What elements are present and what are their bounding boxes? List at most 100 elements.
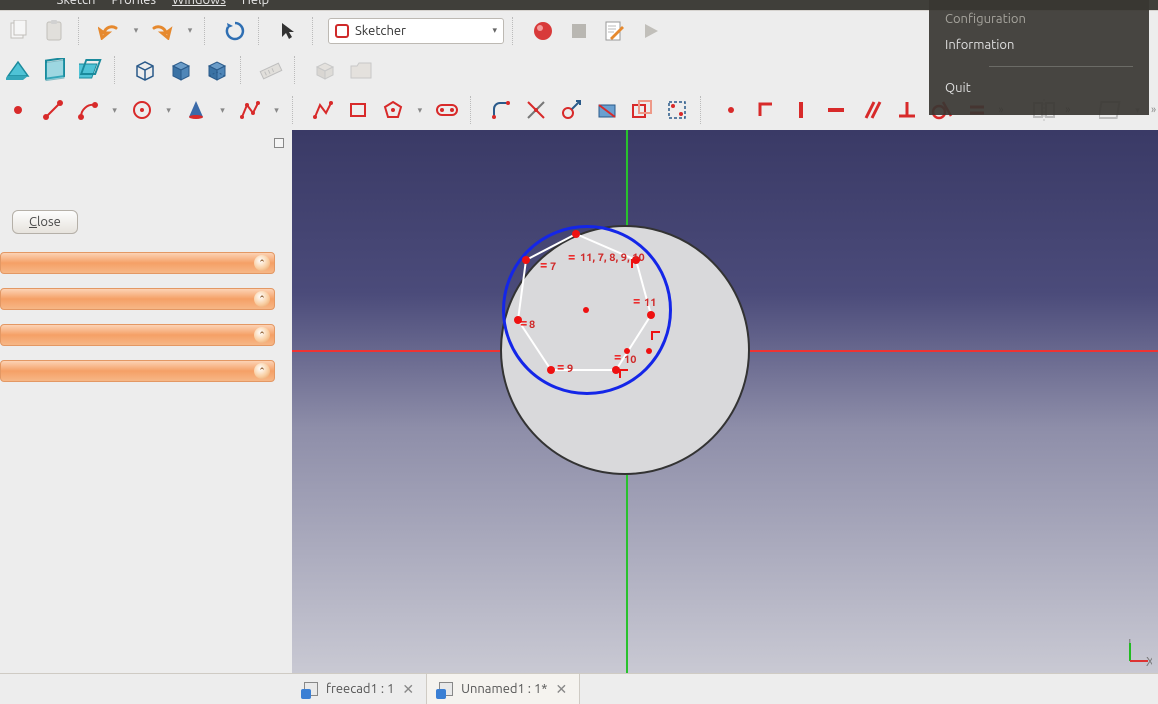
parallel-constraint[interactable] <box>858 95 885 125</box>
paste-button[interactable] <box>40 16 70 46</box>
polygon-dropdown[interactable] <box>414 105 425 116</box>
collapse-icon[interactable]: ⌃ <box>254 327 270 343</box>
constraint-label: 10 <box>624 354 636 366</box>
redo-dropdown[interactable] <box>184 25 196 36</box>
menu-item-information[interactable]: Information <box>929 32 1149 58</box>
menu-windows[interactable]: Windows <box>172 0 226 7</box>
edit-sketch-button[interactable] <box>40 55 70 85</box>
copy-button[interactable] <box>4 16 34 46</box>
redo-button[interactable] <box>148 16 178 46</box>
perpendicular-constraint[interactable] <box>893 95 920 125</box>
app-menu-dropdown[interactable]: Configuration Information Quit <box>929 0 1149 115</box>
separator <box>512 17 520 45</box>
menu-item-quit[interactable]: Quit <box>929 75 1149 101</box>
collapse-icon[interactable]: ⌃ <box>254 291 270 307</box>
menu-sketch[interactable]: Sketch <box>57 0 96 7</box>
circle-tool[interactable] <box>128 95 155 125</box>
doc-tab-2[interactable]: Unnamed1 : 1* ✕ <box>427 674 580 704</box>
separator <box>258 17 266 45</box>
close-tab-icon[interactable]: ✕ <box>555 681 567 698</box>
conic-tool[interactable] <box>182 95 209 125</box>
menu-divider <box>989 66 1133 67</box>
coincident-constraint-icon <box>650 328 664 342</box>
construction-tool[interactable] <box>593 95 620 125</box>
new-sketch-button[interactable] <box>4 55 34 85</box>
separator <box>292 96 299 124</box>
menu-macro[interactable]: Macro <box>4 0 41 7</box>
menu-item-configuration[interactable]: Configuration <box>929 6 1149 32</box>
task-section-3[interactable]: ⌃ <box>0 324 275 346</box>
constraint-label: 9 <box>567 363 573 375</box>
macro-record-button[interactable] <box>528 16 558 46</box>
refresh-button[interactable] <box>220 16 250 46</box>
task-section-1[interactable]: ⌃ <box>0 252 275 274</box>
arc-tool[interactable] <box>74 95 101 125</box>
point-tool[interactable] <box>4 95 31 125</box>
polyline-tool[interactable] <box>236 95 263 125</box>
task-section-2[interactable]: ⌃ <box>0 288 275 310</box>
map-sketch-button[interactable] <box>76 55 106 85</box>
circle-dropdown[interactable] <box>163 105 174 116</box>
task-panel: Close ⌃ ⌃ ⌃ ⌃ <box>0 130 292 673</box>
hidden-box-button[interactable] <box>202 55 232 85</box>
3d-viewport[interactable]: = = = = = = 7 8 9 10 11 11, 7, 8, 9, 10 … <box>292 130 1158 673</box>
workbench-label: Sketcher <box>355 24 406 38</box>
shaded-box-button[interactable] <box>166 55 196 85</box>
external-tool[interactable] <box>558 95 585 125</box>
constraint-label: 7 <box>550 261 556 273</box>
undo-button[interactable] <box>94 16 124 46</box>
polygon-tool[interactable] <box>379 95 406 125</box>
arc-dropdown[interactable] <box>109 105 120 116</box>
equal-constraint-icon: = <box>520 316 527 330</box>
equal-constraint-icon: = <box>568 250 575 264</box>
macro-play-button[interactable] <box>636 16 666 46</box>
sketch-point <box>646 348 652 354</box>
menu-profiles[interactable]: Profiles <box>111 0 156 7</box>
equal-constraint-icon: = <box>557 360 564 374</box>
polyline-dropdown[interactable] <box>271 105 282 116</box>
more-icon[interactable]: » <box>1151 104 1154 116</box>
carbon-copy-tool[interactable] <box>628 95 655 125</box>
conic-dropdown[interactable] <box>217 105 228 116</box>
doc-tab-label: freecad1 : 1 <box>326 682 394 696</box>
doc-tab-label: Unnamed1 : 1* <box>461 682 547 696</box>
macro-edit-button[interactable] <box>600 16 630 46</box>
constraint-label: 8 <box>529 319 535 331</box>
svg-text:Y: Y <box>1126 639 1134 646</box>
polyline2-tool[interactable] <box>309 95 336 125</box>
separator <box>240 56 248 84</box>
undo-dropdown[interactable] <box>130 25 142 36</box>
slot-tool[interactable] <box>433 95 460 125</box>
point-on-constraint[interactable] <box>753 95 780 125</box>
task-section-4[interactable]: ⌃ <box>0 360 275 382</box>
horizontal-constraint[interactable] <box>823 95 850 125</box>
line-tool[interactable] <box>39 95 66 125</box>
svg-text:X: X <box>1146 655 1152 667</box>
menu-help[interactable]: Help <box>242 0 269 7</box>
close-button[interactable]: Close <box>12 210 78 234</box>
coincident-constraint[interactable] <box>718 95 745 125</box>
close-tab-icon[interactable]: ✕ <box>402 681 414 698</box>
trim-tool[interactable] <box>523 95 550 125</box>
vertical-constraint[interactable] <box>788 95 815 125</box>
separator <box>78 17 86 45</box>
constraint-label: 11 <box>644 297 656 309</box>
main-area: Close ⌃ ⌃ ⌃ ⌃ <box>0 130 1158 673</box>
select-rect-tool[interactable] <box>663 95 690 125</box>
workbench-selector[interactable]: Sketcher ▾ <box>328 18 504 44</box>
document-tabs: freecad1 : 1 ✕ Unnamed1 : 1* ✕ <box>0 673 1158 703</box>
panel-minimize-icon[interactable] <box>274 138 284 148</box>
collapse-icon[interactable]: ⌃ <box>254 255 270 271</box>
macro-stop-button[interactable] <box>564 16 594 46</box>
coincident-constraint-icon <box>618 366 632 380</box>
cursor-button[interactable] <box>274 16 304 46</box>
collapse-icon[interactable]: ⌃ <box>254 363 270 379</box>
fillet-tool[interactable] <box>488 95 515 125</box>
folder-button[interactable] <box>346 55 376 85</box>
wireframe-box-button[interactable] <box>130 55 160 85</box>
doc-tab-1[interactable]: freecad1 : 1 ✕ <box>292 674 427 704</box>
part-button[interactable] <box>310 55 340 85</box>
rectangle-tool[interactable] <box>344 95 371 125</box>
equal-constraint-icon: = <box>540 258 547 272</box>
measure-button[interactable] <box>256 55 286 85</box>
